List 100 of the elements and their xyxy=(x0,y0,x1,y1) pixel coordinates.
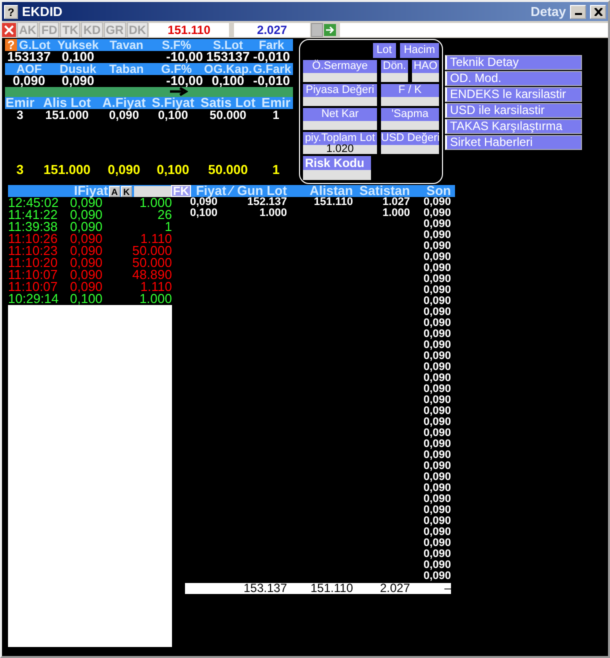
total-cell-text: 2.027 xyxy=(378,583,410,594)
trade-time: 12:45:02 xyxy=(8,197,60,209)
trade-time: 10:29:14 xyxy=(8,293,60,305)
table-cell-text: 0,090 xyxy=(422,417,451,428)
link-button[interactable]: OD. Mod. xyxy=(445,71,582,86)
field-label: Net Kar xyxy=(303,108,377,121)
trade-lot: 1 xyxy=(164,221,172,233)
table-cell-text: 0,090 xyxy=(422,351,451,362)
table-cell-text: 0,090 xyxy=(422,494,451,505)
trade-lot: 50.000 xyxy=(131,245,172,257)
column-header: Fark xyxy=(258,39,284,51)
column-header: Alis Lot xyxy=(42,97,92,109)
trade-time: 11:10:26 xyxy=(8,233,59,245)
toolbar-tab[interactable]: GR xyxy=(104,22,126,38)
window-title: EKDID xyxy=(22,2,62,21)
toolbar-tab[interactable]: FD xyxy=(39,22,60,38)
table-cell-text: 0,090 xyxy=(422,329,451,340)
minimize-button[interactable] xyxy=(570,4,586,18)
column-header: OG.Kap. xyxy=(203,63,253,75)
column-header: G.Lot xyxy=(19,39,50,51)
trade-lot: 48.890 xyxy=(131,269,172,281)
table-cell-text: 0,090 xyxy=(422,406,451,417)
close-button[interactable] xyxy=(590,4,606,18)
help-button[interactable]: ? xyxy=(4,4,18,18)
table-cell-text: 0,090 xyxy=(422,450,451,461)
table-cell-text: 0,090 xyxy=(422,219,451,230)
table-cell-text: 0,090 xyxy=(422,274,451,285)
column-header: G.Fark xyxy=(253,63,290,75)
column-header: Satis Lot xyxy=(200,97,256,109)
toggle-button[interactable]: Lot xyxy=(372,43,396,58)
summary-value: 0,090 xyxy=(62,75,94,87)
trade-lot: 26 xyxy=(158,209,172,221)
input-field[interactable] xyxy=(134,186,171,196)
trade-lot: 1.000 xyxy=(138,197,172,209)
toggle-button[interactable]: Hacim xyxy=(400,43,439,58)
table-cell-text: 152.137 xyxy=(246,197,287,208)
table-cell-text: 3 xyxy=(16,109,24,121)
column-header: S.Lot xyxy=(213,39,243,51)
total-cell-text: 151.110 xyxy=(310,583,353,594)
link-button[interactable]: USD ile karsilastir xyxy=(445,103,582,118)
trade-time: 11:10:23 xyxy=(8,245,59,257)
link-button[interactable]: Sirket Haberleri xyxy=(445,135,582,150)
table-cell-text: 0,090 xyxy=(422,373,451,384)
summary-value: -10,00 xyxy=(166,75,203,87)
field-label: 'Sapma xyxy=(381,108,439,121)
toolbar-tab[interactable]: KD xyxy=(81,22,103,38)
value-field xyxy=(381,145,439,154)
link-button[interactable]: TAKAS Karşılaştırma xyxy=(445,119,582,134)
arrow-icon xyxy=(170,87,188,96)
total-cell-text: 1 xyxy=(271,164,281,176)
toolbar-tab[interactable]: DK xyxy=(126,22,148,38)
toolbar-tab[interactable]: AK xyxy=(17,22,38,38)
filter-button[interactable]: FK xyxy=(170,185,191,197)
field-label: Piyasa Değeri xyxy=(303,84,377,97)
table-cell-text: 0,090 xyxy=(422,505,451,516)
total-cell-text: 153.137 xyxy=(242,583,287,594)
table-cell-text: 1.000 xyxy=(258,208,287,219)
table-cell-text: 0,090 xyxy=(422,252,451,263)
column-header: S.F% xyxy=(160,39,192,51)
minimize-icon xyxy=(574,13,582,15)
table-cell-text: 0,090 xyxy=(422,538,451,549)
input-field[interactable] xyxy=(340,23,608,37)
table-cell-text: 0,090 xyxy=(422,318,451,329)
trade-price: 0,090 xyxy=(70,233,104,245)
toolbar-tab[interactable]: TK xyxy=(60,22,80,38)
trade-price: 0,090 xyxy=(70,281,104,293)
sort-button[interactable]: K xyxy=(120,186,132,196)
trade-time: 11:10:20 xyxy=(8,257,59,269)
trade-lot: 1.000 xyxy=(138,293,172,305)
link-button[interactable]: Teknik Detay xyxy=(445,55,582,70)
column-header: S.Fiyat xyxy=(150,97,196,109)
field-label: HAO xyxy=(412,60,439,73)
link-button[interactable]: ENDEKS le karsilastir xyxy=(445,87,582,102)
field-label: Dön. xyxy=(381,60,408,73)
sort-button[interactable]: A xyxy=(108,186,120,196)
table-cell-text: 1.027 xyxy=(381,197,410,208)
table-cell-text: 0,090 xyxy=(422,230,451,241)
help-button[interactable]: ? xyxy=(5,39,17,51)
summary-value: 0,100 xyxy=(62,51,94,63)
table-cell-text: 0,100 xyxy=(189,208,219,219)
field-label: F / K xyxy=(381,84,439,97)
table-cell-text: 0,090 xyxy=(422,285,451,296)
table-cell-text: 0,090 xyxy=(422,208,451,219)
trade-time: 11:39:38 xyxy=(8,221,59,233)
total-cell-text: 0,100 xyxy=(156,164,190,176)
trade-price: 0,100 xyxy=(70,293,104,305)
trade-price: 0,090 xyxy=(70,245,104,257)
table-cell-text: 0,090 xyxy=(422,516,451,527)
window-subtitle: Detay xyxy=(530,2,566,21)
table-cell-text: 0,090 xyxy=(422,296,451,307)
field-label: piy.Toplam Lot xyxy=(303,132,377,145)
total-cell-text: 50.000 xyxy=(207,164,249,176)
arrow-icon[interactable] xyxy=(324,24,336,36)
table-cell-text: 0,090 xyxy=(422,384,451,395)
table-cell-text: 0,090 xyxy=(422,439,451,450)
table-cell-text: 151.000 xyxy=(44,109,90,121)
trade-lot: 50.000 xyxy=(131,257,172,269)
column-header: Tavan xyxy=(108,39,144,51)
value-field xyxy=(381,73,408,82)
close-icon[interactable] xyxy=(2,23,16,37)
